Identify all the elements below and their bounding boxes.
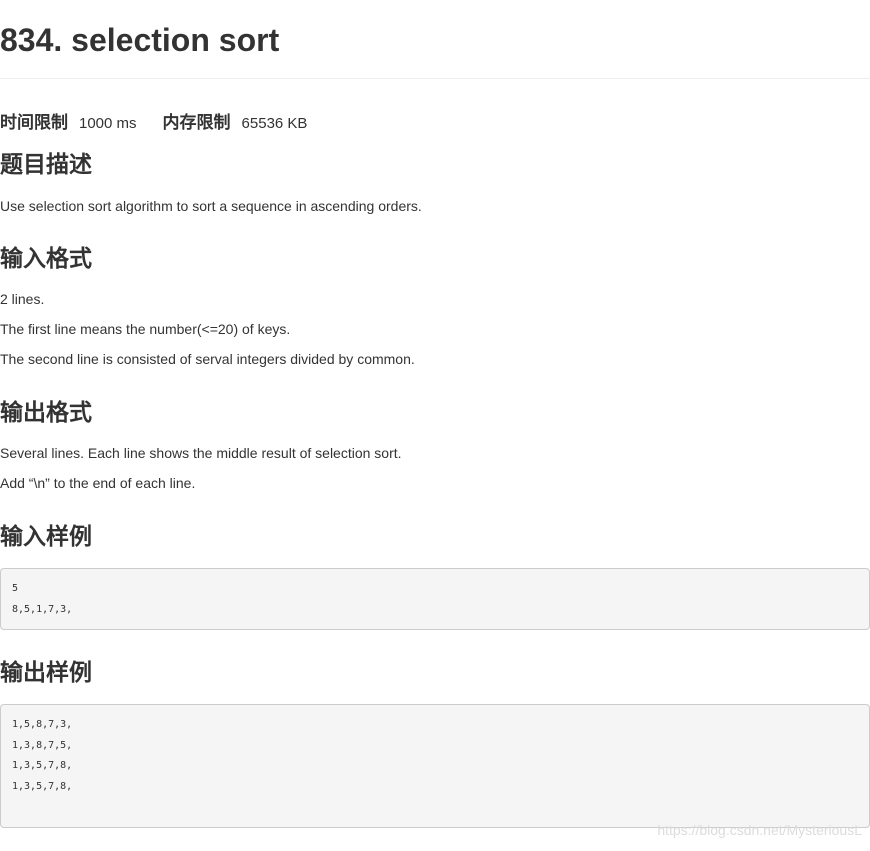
code-line: 5	[12, 583, 19, 594]
time-limit-label: 时间限制	[0, 113, 68, 133]
code-line: 1,3,8,7,5,	[12, 740, 73, 751]
memory-limit-value: 65536 KB	[241, 115, 308, 132]
output-format-line: Add “\n” to the end of each line.	[0, 475, 196, 491]
time-limit-value: 1000 ms	[79, 115, 137, 132]
memory-limit-label: 内存限制	[162, 113, 231, 133]
title-divider	[0, 78, 870, 79]
description-text: Use selection sort algorithm to sort a s…	[0, 198, 422, 214]
sample-input-code-block[interactable]: 5 8,5,1,7,3,	[0, 568, 870, 630]
sample-output-heading: 输出样例	[0, 660, 92, 686]
output-format-line: Several lines. Each line shows the middl…	[0, 445, 402, 461]
input-format-line: The second line is consisted of serval i…	[0, 351, 415, 367]
code-line: 1,3,5,7,8,	[12, 760, 73, 771]
problem-title: 834. selection sort	[0, 22, 280, 58]
input-format-heading: 输入格式	[0, 246, 92, 272]
sample-output-code-block[interactable]: 1,5,8,7,3, 1,3,8,7,5, 1,3,5,7,8, 1,3,5,7…	[0, 704, 870, 828]
input-format-line: The first line means the number(<=20) of…	[0, 321, 291, 337]
description-heading: 题目描述	[0, 152, 92, 178]
output-format-heading: 输出格式	[0, 400, 92, 426]
limits-row: 时间限制 1000 ms 内存限制 65536 KB	[0, 108, 308, 133]
problem-page: 834. selection sort 时间限制 1000 ms 内存限制 65…	[0, 0, 870, 851]
code-line: 1,3,5,7,8,	[12, 781, 73, 792]
code-line: 8,5,1,7,3,	[12, 604, 73, 615]
sample-input-heading: 输入样例	[0, 524, 92, 550]
input-format-line: 2 lines.	[0, 291, 45, 307]
code-line: 1,5,8,7,3,	[12, 719, 73, 730]
watermark-text: https://blog.csdn.net/MysteriousL	[657, 822, 862, 838]
